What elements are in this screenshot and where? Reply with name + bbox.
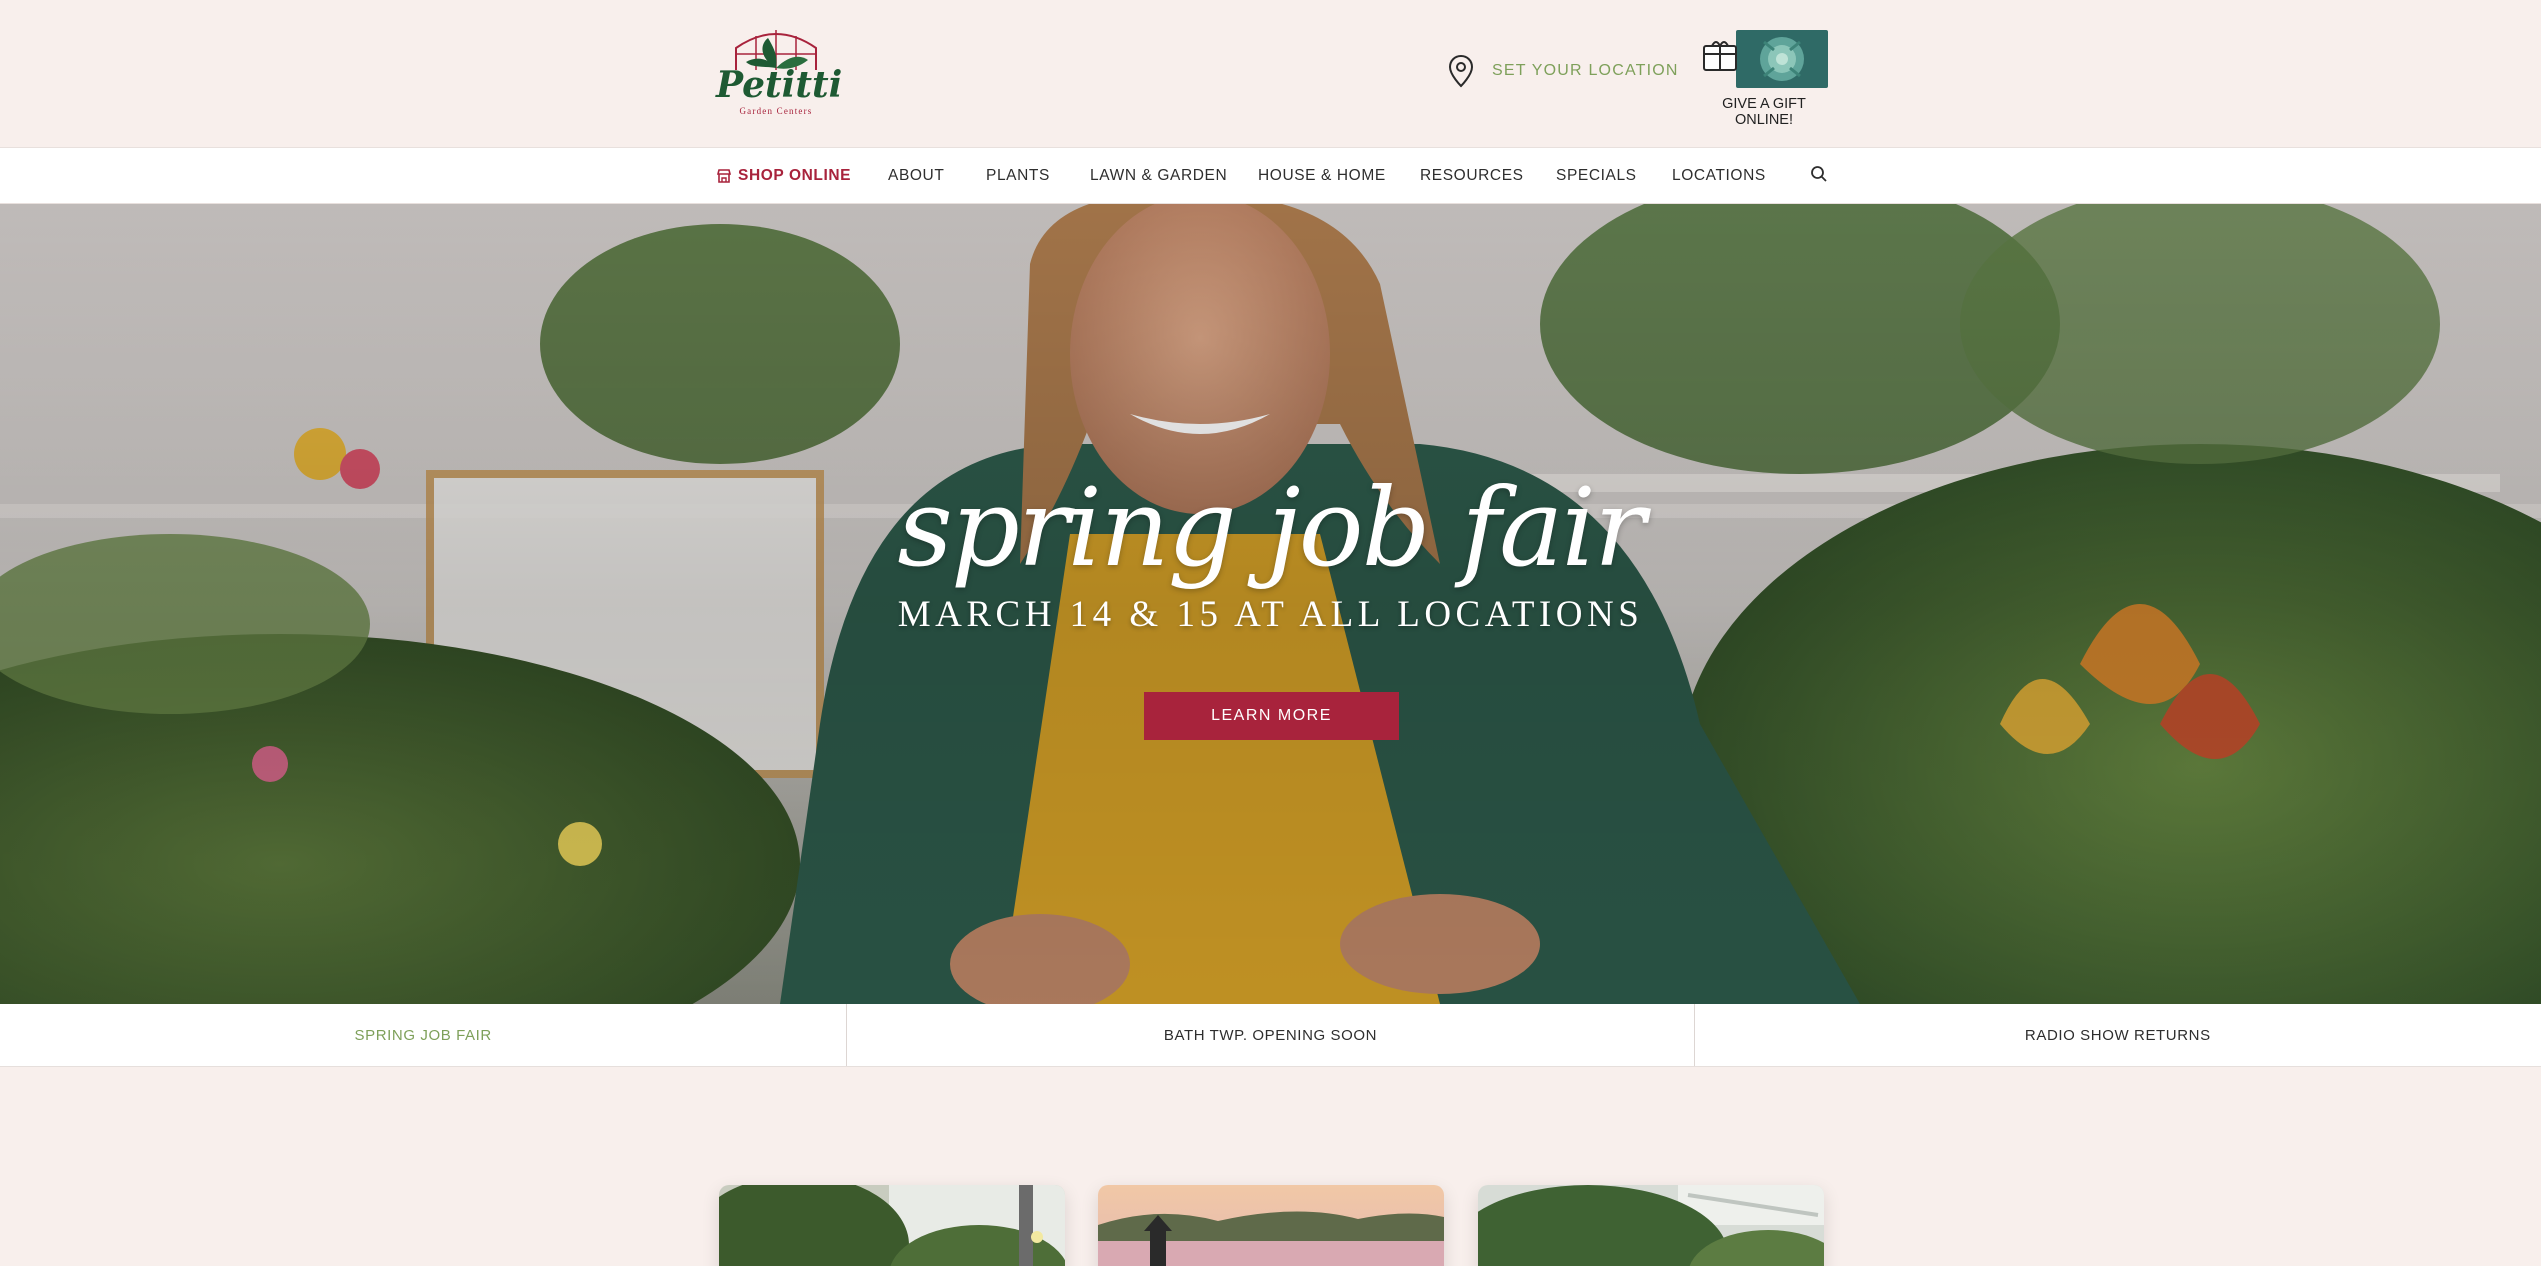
gift-card-icon xyxy=(1703,30,1828,88)
feature-card-3-image xyxy=(1478,1185,1824,1266)
site-header: Petitti Garden Centers SET YOUR LOCATION… xyxy=(0,0,2541,147)
search-icon[interactable] xyxy=(1810,165,1828,183)
nav-item-house-home[interactable]: HOUSE & HOME xyxy=(1258,167,1386,185)
hero-subtitle: MARCH 14 & 15 AT ALL LOCATIONS xyxy=(897,594,1644,635)
nav-item-specials[interactable]: SPECIALS xyxy=(1556,167,1637,185)
hero-title: spring job fair xyxy=(897,466,1645,591)
feature-card-1-image xyxy=(719,1185,1065,1266)
feature-card-3[interactable] xyxy=(1478,1185,1824,1266)
feature-card-2-image xyxy=(1098,1185,1444,1266)
slider-tab-radio-show[interactable]: RADIO SHOW RETURNS xyxy=(1695,1004,2541,1066)
slider-tab-spring-job-fair[interactable]: SPRING JOB FAIR xyxy=(0,1004,848,1066)
nav-shop-online-label: SHOP ONLINE xyxy=(738,167,852,184)
store-icon xyxy=(716,169,732,183)
set-location-label: SET YOUR LOCATION xyxy=(1492,62,1679,79)
nav-item-resources[interactable]: RESOURCES xyxy=(1420,167,1524,185)
nav-shop-online[interactable]: SHOP ONLINE xyxy=(716,167,851,185)
nav-item-locations[interactable]: LOCATIONS xyxy=(1672,167,1766,185)
logo-tagline: Garden Centers xyxy=(739,106,813,116)
gift-card-link[interactable]: GIVE A GIFT ONLINE! xyxy=(1694,28,1834,128)
set-location-link[interactable]: SET YOUR LOCATION xyxy=(1448,54,1679,88)
gift-card-label: GIVE A GIFT ONLINE! xyxy=(1722,96,1806,128)
feature-card-1[interactable] xyxy=(719,1185,1065,1266)
hero-banner: spring job fair MARCH 14 & 15 AT ALL LOC… xyxy=(0,204,2541,1004)
petitti-logo[interactable]: Petitti Garden Centers xyxy=(716,26,843,120)
logo-wordmark: Petitti xyxy=(716,64,843,106)
learn-more-button[interactable]: LEARN MORE xyxy=(1144,692,1399,740)
slider-tab-bath-twp[interactable]: BATH TWP. OPENING SOON xyxy=(847,1004,1695,1066)
nav-item-about[interactable]: ABOUT xyxy=(888,167,944,185)
map-pin-icon xyxy=(1448,54,1474,88)
hero-slider-tabs: SPRING JOB FAIR BATH TWP. OPENING SOON R… xyxy=(0,1004,2541,1067)
main-nav: SHOP ONLINE ABOUT PLANTS LAWN & GARDEN H… xyxy=(0,147,2541,204)
feature-card-2[interactable] xyxy=(1098,1185,1444,1266)
nav-item-lawn-garden[interactable]: LAWN & GARDEN xyxy=(1090,167,1227,185)
nav-item-plants[interactable]: PLANTS xyxy=(986,167,1050,185)
